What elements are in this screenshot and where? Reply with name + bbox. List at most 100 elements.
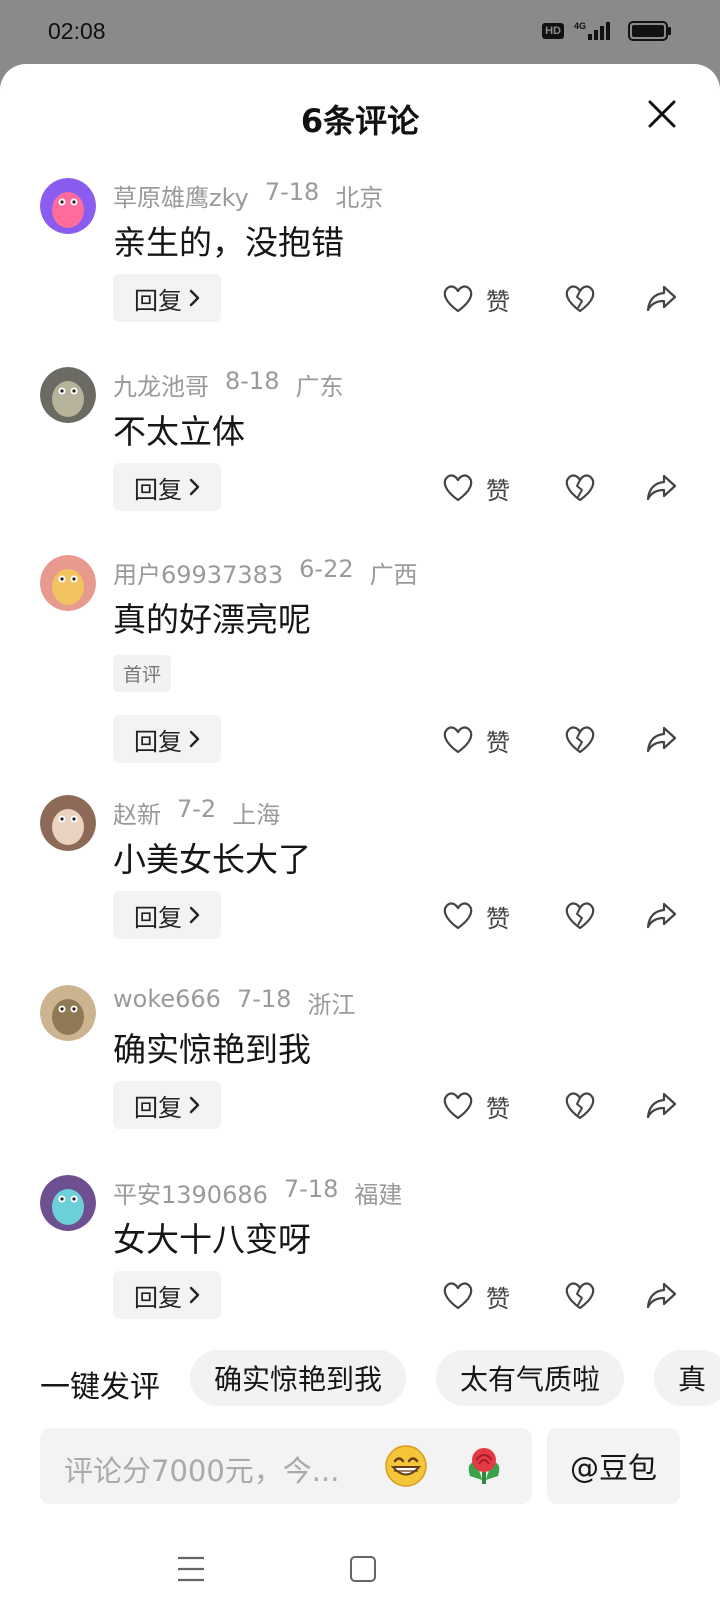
comment-date: 7-2 (177, 795, 217, 823)
comment-date: 7-18 (236, 985, 292, 1013)
share-icon[interactable] (644, 1277, 680, 1313)
comment-username[interactable]: woke666 (113, 985, 221, 1020)
reply-label: 回复 (134, 727, 182, 756)
comment-text: 真的好漂亮呢 (113, 600, 311, 639)
like-label[interactable]: 赞 (486, 1089, 510, 1124)
comment-meta: 平安1390686 7-18 福建 (113, 1175, 402, 1210)
share-icon[interactable] (644, 897, 680, 933)
chevron-right-icon (189, 730, 200, 748)
reply-label: 回复 (134, 1093, 182, 1122)
rose-icon[interactable] (460, 1442, 508, 1490)
dislike-heart-icon[interactable] (562, 469, 598, 505)
chevron-right-icon (189, 478, 200, 496)
share-icon[interactable] (644, 721, 680, 757)
share-icon[interactable] (644, 280, 680, 316)
like-label[interactable]: 赞 (486, 282, 510, 317)
comment-location: 浙江 (307, 991, 356, 1019)
sheet-title: 6条评论 (300, 102, 420, 140)
close-icon[interactable] (644, 96, 680, 132)
like-label[interactable]: 赞 (486, 723, 510, 758)
avatar[interactable] (40, 985, 96, 1041)
reply-label: 回复 (134, 475, 182, 504)
reply-button[interactable]: 回复 (113, 891, 221, 939)
comment-meta: woke666 7-18 浙江 (113, 985, 355, 1020)
comment-meta: 赵新 7-2 上海 (113, 795, 280, 830)
dislike-heart-icon[interactable] (562, 897, 598, 933)
doubao-button[interactable]: @豆包 (547, 1428, 680, 1504)
comment-date: 7-18 (264, 178, 320, 206)
comment-username[interactable]: 草原雄鹰zky (113, 178, 249, 213)
comment-text: 小美女长大了 (113, 840, 311, 879)
comment-username[interactable]: 用户69937383 (113, 555, 283, 590)
comment-location: 上海 (232, 801, 281, 829)
like-label[interactable]: 赞 (486, 899, 510, 934)
avatar[interactable] (40, 178, 96, 234)
avatar[interactable] (40, 1175, 96, 1231)
comment-input-placeholder: 评论分7000元，今... (64, 1454, 340, 1488)
comment-meta: 草原雄鹰zky 7-18 北京 (113, 178, 383, 213)
quick-chip[interactable]: 确实惊艳到我 (190, 1350, 407, 1406)
like-heart-icon[interactable] (440, 469, 476, 505)
status-bar: 02:08 HD 4G (0, 0, 720, 64)
like-heart-icon[interactable] (440, 1277, 476, 1313)
comment-username[interactable]: 九龙池哥 (113, 367, 209, 402)
avatar[interactable] (40, 367, 96, 423)
comment-actions: 赞 (440, 1081, 690, 1129)
comment-actions: 赞 (440, 1271, 690, 1319)
dislike-heart-icon[interactable] (562, 1277, 598, 1313)
comment-location: 福建 (354, 1181, 403, 1209)
like-heart-icon[interactable] (440, 1087, 476, 1123)
dislike-heart-icon[interactable] (562, 280, 598, 316)
comment-actions: 赞 (440, 274, 690, 322)
avatar[interactable] (40, 795, 96, 851)
like-heart-icon[interactable] (440, 280, 476, 316)
comment-actions: 赞 (440, 463, 690, 511)
chevron-right-icon (189, 1096, 200, 1114)
grin-emoji-icon[interactable] (382, 1442, 430, 1490)
like-label[interactable]: 赞 (486, 1279, 510, 1314)
comment-actions: 赞 (440, 715, 690, 763)
comment-username[interactable]: 赵新 (113, 795, 161, 830)
quick-comment-label: 一键发评 (40, 1370, 160, 1405)
quick-comment-row: 一键发评 确实惊艳到我 太有气质啦 真 (0, 1350, 720, 1410)
network-label: 4G (574, 21, 586, 31)
comment-location: 广西 (369, 561, 418, 589)
reply-button[interactable]: 回复 (113, 463, 221, 511)
comment-location: 广东 (295, 373, 344, 401)
avatar[interactable] (40, 555, 96, 611)
comment-text: 女大十八变呀 (113, 1220, 311, 1259)
status-time: 02:08 (48, 18, 106, 44)
first-comment-badge: 首评 (113, 655, 172, 692)
comment-text: 亲生的，没抱错 (113, 223, 344, 262)
like-label[interactable]: 赞 (486, 471, 510, 506)
share-icon[interactable] (644, 469, 680, 505)
reply-button[interactable]: 回复 (113, 274, 221, 322)
like-heart-icon[interactable] (440, 721, 476, 757)
chevron-right-icon (189, 289, 200, 307)
quick-chip[interactable]: 真 (654, 1350, 720, 1406)
comment-date: 6-22 (299, 555, 354, 583)
reply-button[interactable]: 回复 (113, 715, 221, 763)
quick-chip[interactable]: 太有气质啦 (436, 1350, 625, 1406)
menu-icon[interactable] (176, 1555, 206, 1583)
comment-input[interactable]: 评论分7000元，今... (40, 1428, 532, 1504)
reply-label: 回复 (134, 903, 182, 932)
comment-text: 确实惊艳到我 (113, 1030, 311, 1069)
comment-date: 7-18 (283, 1175, 339, 1203)
dislike-heart-icon[interactable] (562, 1087, 598, 1123)
reply-button[interactable]: 回复 (113, 1081, 221, 1129)
comment-username[interactable]: 平安1390686 (113, 1175, 268, 1210)
chevron-right-icon (189, 906, 200, 924)
hd-badge: HD (542, 23, 564, 39)
reply-label: 回复 (134, 286, 182, 315)
reply-label: 回复 (134, 1283, 182, 1312)
battery-icon (628, 21, 671, 41)
share-icon[interactable] (644, 1087, 680, 1123)
dislike-heart-icon[interactable] (562, 721, 598, 757)
comment-actions: 赞 (440, 891, 690, 939)
signal-icon: 4G (574, 21, 610, 40)
home-icon[interactable] (350, 1556, 376, 1582)
comment-text: 不太立体 (113, 412, 245, 451)
reply-button[interactable]: 回复 (113, 1271, 221, 1319)
like-heart-icon[interactable] (440, 897, 476, 933)
